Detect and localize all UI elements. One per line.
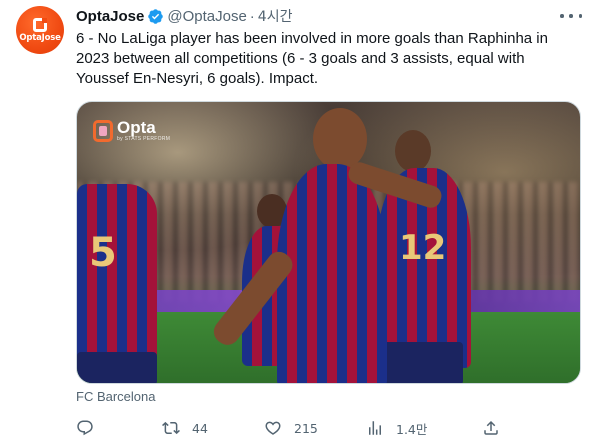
retweet-count: 44 — [192, 420, 208, 436]
views-icon — [369, 421, 381, 435]
tweet-card[interactable]: OptaJose OptaJose @OptaJose · 4시간 6 - No… — [0, 0, 598, 448]
tweet-media-photo[interactable]: 5 8 12 Opta by STATS PERFORM — [76, 101, 581, 384]
opta-watermark-text: Opta — [117, 118, 156, 137]
photo-head-right — [395, 130, 431, 172]
photo-head-main — [313, 108, 367, 170]
retweet-icon — [162, 421, 180, 435]
more-options-icon[interactable] — [560, 6, 582, 26]
photo-shorts-right — [383, 342, 463, 383]
share-button[interactable] — [482, 416, 512, 440]
like-button[interactable]: 215 — [264, 416, 318, 440]
photo-shorts-left — [77, 352, 157, 383]
tweet-timestamp[interactable]: 4시간 — [258, 6, 293, 26]
separator-dot: · — [249, 7, 255, 25]
views-button[interactable]: 1.4만 — [366, 416, 427, 440]
opta-logo-icon — [33, 17, 47, 32]
opta-watermark: Opta by STATS PERFORM — [93, 118, 171, 142]
opta-watermark-subtext: by STATS PERFORM — [117, 136, 171, 142]
tweet-actions-bar: 44 215 1.4만 — [76, 416, 506, 440]
author-display-name[interactable]: OptaJose — [76, 8, 144, 25]
opta-watermark-icon — [93, 120, 113, 142]
author-handle[interactable]: @OptaJose — [167, 8, 246, 25]
photo-jersey-number-left: 5 — [89, 230, 117, 276]
reply-button[interactable] — [76, 416, 106, 440]
tweet-header: OptaJose @OptaJose · 4시간 — [76, 6, 292, 26]
verified-badge-icon — [148, 8, 164, 24]
heart-icon — [265, 421, 281, 435]
avatar-label: OptaJose — [19, 32, 61, 43]
retweet-button[interactable]: 44 — [162, 416, 208, 440]
photo-jersey-number-right: 12 — [399, 228, 447, 268]
media-caption[interactable]: FC Barcelona — [76, 389, 155, 404]
like-count: 215 — [294, 420, 318, 436]
avatar[interactable]: OptaJose — [16, 6, 64, 54]
photo-player-main — [277, 164, 387, 383]
views-count: 1.4만 — [396, 421, 428, 437]
reply-icon — [77, 420, 93, 436]
tweet-text: 6 - No LaLiga player has been involved i… — [76, 30, 548, 87]
share-icon — [484, 420, 498, 435]
